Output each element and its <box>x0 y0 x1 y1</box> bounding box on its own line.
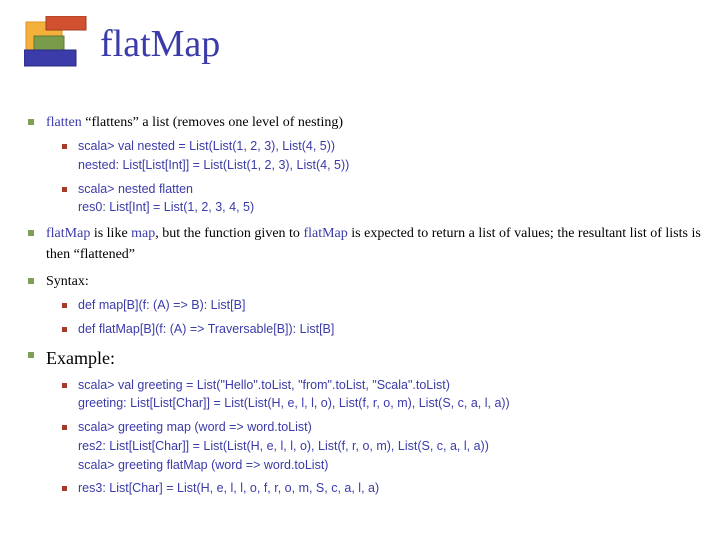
code: val nested = List(List(1, 2, 3), List(4,… <box>114 139 335 153</box>
repl-output: res2: List[List[Char]] = List(List(H, e,… <box>78 439 489 453</box>
text: , but the function given to <box>155 226 303 241</box>
code-nested-def: scala> val nested = List(List(1, 2, 3), … <box>58 137 704 175</box>
text: “flattens” a list (removes one level of … <box>82 115 343 130</box>
slide-body: flatten “flattens” a list (removes one l… <box>22 112 704 504</box>
fn-flatten: flatten <box>46 115 82 130</box>
fn-flatmap: flatMap <box>303 226 347 241</box>
bullet-syntax: Syntax: def map[B](f: (A) => B): List[B]… <box>22 271 704 339</box>
repl-output: greeting: List[List[Char]] = List(List(H… <box>78 396 510 410</box>
text: Example: <box>46 348 115 368</box>
slide-logo-icon <box>24 16 88 72</box>
repl-prompt: scala> <box>78 139 114 153</box>
code-nested-flatten: scala> nested flatten res0: List[Int] = … <box>58 180 704 218</box>
sig-map: def map[B](f: (A) => B): List[B] <box>58 296 704 315</box>
text: is like <box>90 226 131 241</box>
code: nested flatten <box>114 182 193 196</box>
code: greeting map (word => word.toList) <box>114 420 311 434</box>
repl-prompt: scala> <box>78 378 114 392</box>
bullet-flatmap-desc: flatMap is like map, but the function gi… <box>22 223 704 265</box>
fn-map: map <box>131 226 155 241</box>
code-greeting-def: scala> val greeting = List("Hello".toLis… <box>58 376 704 414</box>
repl-prompt: scala> <box>78 182 114 196</box>
repl-prompt: scala> <box>78 420 114 434</box>
repl-prompt: scala> <box>78 458 114 472</box>
bullet-example: Example: scala> val greeting = List("Hel… <box>22 345 704 499</box>
sig-flatmap: def flatMap[B](f: (A) => Traversable[B])… <box>58 320 704 339</box>
code-greeting-map: scala> greeting map (word => word.toList… <box>58 418 704 474</box>
repl-output: res0: List[Int] = List(1, 2, 3, 4, 5) <box>78 200 254 214</box>
text: Syntax: <box>46 274 89 289</box>
repl-output: nested: List[List[Int]] = List(List(1, 2… <box>78 158 349 172</box>
fn-flatmap: flatMap <box>46 226 90 241</box>
slide-title: flatMap <box>100 22 220 66</box>
repl-output-res3: res3: List[Char] = List(H, e, l, l, o, f… <box>58 479 704 498</box>
code: greeting flatMap (word => word.toList) <box>114 458 328 472</box>
bullet-flatten: flatten “flattens” a list (removes one l… <box>22 112 704 217</box>
code: val greeting = List("Hello".toList, "fro… <box>114 378 449 392</box>
